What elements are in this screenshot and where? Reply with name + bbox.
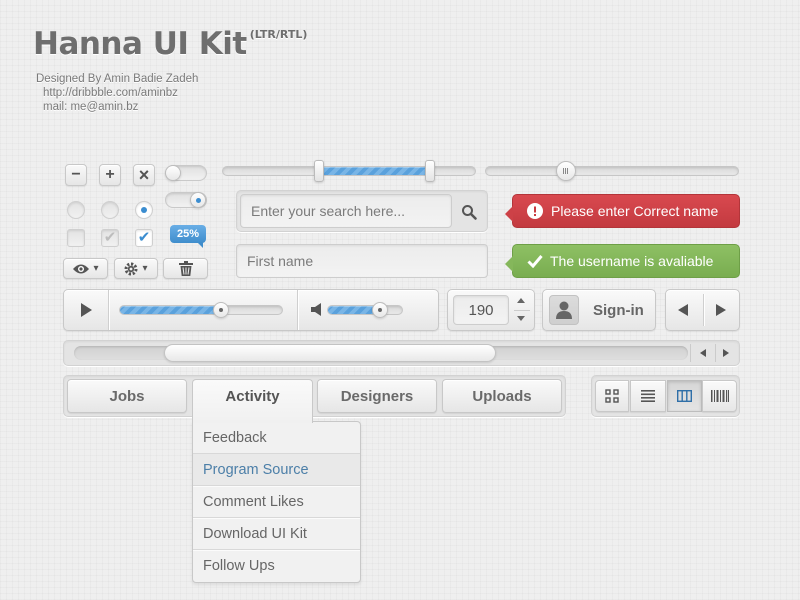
range-slider-handle-high[interactable]: [425, 160, 436, 182]
radio-unchecked[interactable]: [67, 201, 85, 219]
play-button[interactable]: [80, 303, 92, 317]
search-box: Enter your search here...: [236, 190, 488, 232]
eye-icon: [73, 264, 90, 273]
eye-select-button[interactable]: ▾: [63, 258, 108, 279]
volume-button[interactable]: [311, 303, 323, 316]
checkbox-checked-disabled[interactable]: ✔: [101, 229, 119, 247]
success-alert: The username is avaliable: [505, 244, 740, 278]
plus-button[interactable]: +: [99, 164, 121, 186]
error-alert-text: Please enter Correct name: [551, 203, 719, 219]
list-icon: [641, 390, 655, 402]
divider: [703, 294, 704, 326]
checkbox-checked[interactable]: ✔: [135, 229, 153, 247]
tab-designers[interactable]: Designers: [317, 379, 437, 413]
toggle-knob: [190, 192, 206, 208]
toggle-off[interactable]: [165, 165, 207, 181]
grid-icon: [605, 389, 619, 403]
close-button[interactable]: ×: [133, 164, 155, 186]
previous-icon[interactable]: [678, 304, 688, 316]
view-grid-button[interactable]: [595, 380, 629, 412]
scroll-left-icon[interactable]: [700, 349, 706, 357]
slider-track[interactable]: [485, 166, 739, 176]
credit-url: http://dribbble.com/aminbz: [43, 87, 178, 99]
handle-dot: [218, 308, 223, 312]
media-progress-track[interactable]: [119, 305, 283, 315]
media-progress-fill: [120, 306, 221, 314]
badge-pointer: [197, 242, 203, 248]
view-barcode-button[interactable]: [702, 380, 737, 412]
success-alert-text: The username is avaliable: [550, 253, 714, 269]
stepper-value[interactable]: 190: [453, 295, 509, 325]
range-slider-track[interactable]: [222, 166, 476, 176]
toggle-dot: [196, 198, 201, 203]
menu-item-feedback[interactable]: Feedback: [193, 422, 360, 454]
divider: [715, 344, 716, 362]
pager: [665, 289, 740, 331]
credit-mail: mail: me@amin.bz: [43, 101, 139, 113]
play-icon: [81, 303, 92, 317]
barcode-icon: [710, 390, 729, 402]
scrollbar-thumb[interactable]: [164, 344, 496, 362]
progress-badge: 25%: [170, 225, 206, 243]
tab-uploads[interactable]: Uploads: [442, 379, 562, 413]
divider: [690, 344, 691, 362]
range-slider-fill: [318, 167, 430, 175]
search-icon: [462, 205, 477, 220]
stepper-up-icon[interactable]: [517, 298, 525, 303]
search-input[interactable]: Enter your search here...: [240, 194, 452, 228]
handle-dot: [378, 308, 383, 312]
toggle-knob: [165, 165, 181, 181]
media-progress-handle[interactable]: [212, 302, 229, 318]
menu-item-download-ui-kit[interactable]: Download UI Kit: [193, 518, 360, 550]
search-button[interactable]: [461, 204, 477, 220]
tab-jobs[interactable]: Jobs: [67, 379, 187, 413]
menu-item-comment-likes[interactable]: Comment Likes: [193, 486, 360, 518]
divider: [297, 290, 298, 330]
divider: [108, 290, 109, 330]
signin-button[interactable]: Sign-in: [542, 289, 656, 331]
scroll-right-icon[interactable]: [723, 349, 729, 357]
user-icon: [556, 301, 572, 319]
toggle-on[interactable]: [165, 192, 207, 208]
first-name-input[interactable]: First name: [236, 244, 488, 278]
view-columns-button[interactable]: [667, 380, 702, 412]
grip-icon: [563, 168, 570, 174]
slider-handle[interactable]: [556, 161, 577, 181]
checkmark-icon: [527, 255, 543, 268]
radio-unchecked-2[interactable]: [101, 201, 119, 219]
view-list-button[interactable]: [630, 380, 666, 412]
error-alert: Please enter Correct name: [505, 194, 740, 228]
checkbox-unchecked[interactable]: [67, 229, 85, 247]
trash-button[interactable]: [163, 258, 208, 279]
gear-select-button[interactable]: ▾: [114, 258, 158, 279]
volume-track[interactable]: [327, 305, 403, 315]
avatar: [549, 295, 579, 325]
menu-item-follow-ups[interactable]: Follow Ups: [193, 550, 360, 582]
range-slider-handle-low[interactable]: [313, 160, 324, 182]
columns-icon: [677, 390, 692, 402]
stepper-down-icon[interactable]: [517, 316, 525, 321]
horizontal-scrollbar[interactable]: [63, 340, 740, 366]
stepper: 190: [447, 289, 535, 331]
tab-activity[interactable]: Activity: [192, 379, 313, 423]
credit-line: Designed By Amin Badie Zadeh: [36, 73, 199, 85]
signin-label: Sign-in: [593, 302, 644, 319]
chevron-down-icon: ▾: [142, 263, 148, 274]
title-suffix: (LTR/RTL): [249, 28, 308, 41]
gear-icon: [124, 262, 138, 275]
exclamation-icon: [527, 203, 543, 219]
speaker-icon: [311, 303, 321, 316]
trash-icon: [178, 261, 193, 276]
minus-button[interactable]: −: [65, 164, 87, 186]
page-title: Hanna UI Kit (LTR/RTL): [33, 26, 308, 62]
chevron-down-icon: ▾: [93, 263, 99, 274]
next-icon[interactable]: [716, 304, 726, 316]
menu-item-program-source[interactable]: Program Source: [193, 454, 360, 486]
dropdown-menu: Feedback Program Source Comment Likes Do…: [192, 421, 361, 583]
divider: [514, 310, 530, 311]
radio-checked[interactable]: [135, 201, 153, 219]
